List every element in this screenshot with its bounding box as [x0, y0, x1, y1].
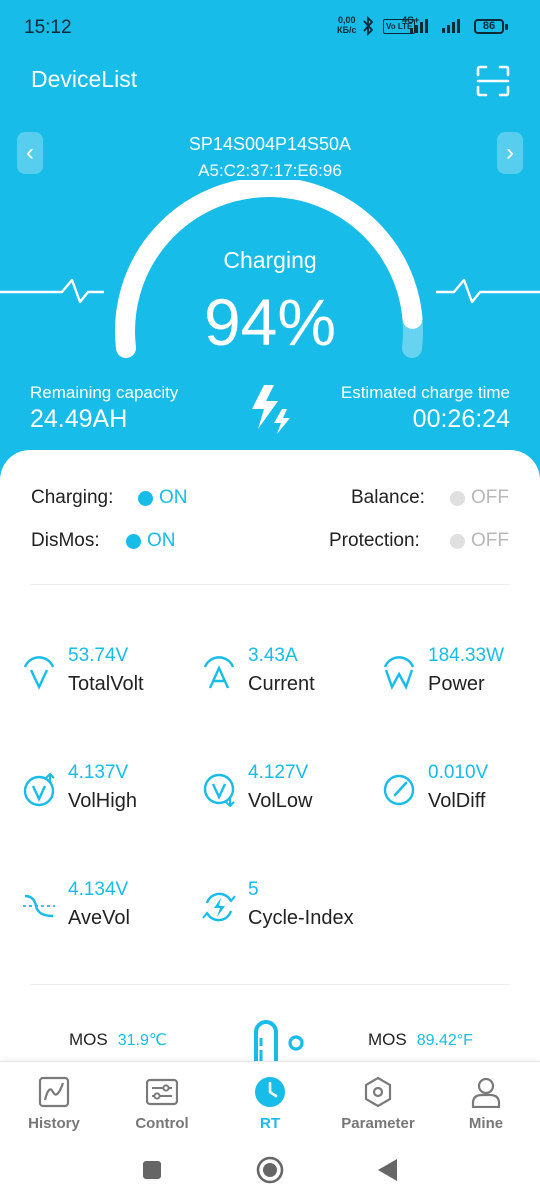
- device-name: SP14S004P14S50A: [188, 134, 352, 154]
- power-icon: [383, 656, 415, 690]
- metric-total-volt: 53.74V TotalVolt: [22, 645, 182, 705]
- balance-flag-label: Balance:: [351, 487, 425, 508]
- page-title[interactable]: DeviceList: [31, 66, 137, 93]
- system-nav-bar: [0, 1141, 540, 1200]
- protection-flag-status: OFF: [450, 530, 509, 552]
- balance-flag-status: OFF: [450, 487, 509, 509]
- mos-temp-fahrenheit: MOS 89.42°F: [368, 1030, 473, 1049]
- metric-vol-low: 4.127V VolLow: [202, 762, 362, 822]
- divider: [30, 984, 510, 985]
- gauge-icon: [383, 774, 415, 806]
- net-speed: 0,00 КБ/с: [337, 15, 357, 35]
- tab-rt[interactable]: RT: [216, 1062, 324, 1142]
- control-sliders-icon: [146, 1078, 178, 1106]
- dismos-flag-label: DisMos:: [31, 530, 100, 551]
- bottom-nav: History Control RT Parameter Mine: [0, 1061, 540, 1141]
- charging-flag-label: Charging:: [31, 487, 114, 508]
- estimated-charge-time-value: 00:26:24: [412, 405, 510, 433]
- current-icon: [203, 656, 235, 689]
- metric-current: 3.43A Current: [202, 645, 362, 705]
- tab-mine[interactable]: Mine: [432, 1062, 540, 1142]
- status-dot: [126, 533, 141, 549]
- back-button[interactable]: [373, 1155, 403, 1185]
- user-icon: [471, 1077, 501, 1108]
- volt-icon: [23, 656, 55, 690]
- status-dot: [450, 490, 465, 506]
- bluetooth-icon: [363, 15, 374, 37]
- metric-vol-high: 4.137V VolHigh: [22, 762, 182, 822]
- battery-icon: 86: [474, 19, 508, 34]
- divider: [30, 584, 510, 585]
- vol-high-icon: [23, 772, 55, 807]
- recent-apps-button[interactable]: [137, 1155, 167, 1185]
- remaining-capacity-value: 24.49AH: [30, 405, 128, 433]
- status-dot: [450, 533, 465, 549]
- status-time: 15:12: [24, 17, 72, 38]
- average-icon: [23, 894, 55, 918]
- realtime-clock-icon: [255, 1077, 285, 1107]
- metric-power: 184.33W Power: [382, 645, 540, 705]
- metric-ave-vol: 4.134V AveVol: [22, 879, 182, 939]
- parameter-hexagon-icon: [364, 1076, 392, 1108]
- status-dot: [138, 490, 153, 506]
- tab-control[interactable]: Control: [108, 1062, 216, 1142]
- cycle-icon: [202, 892, 236, 922]
- history-chart-icon: [38, 1076, 70, 1108]
- status-bar: 15:12 0,00 КБ/с Vo LTE 4G+ 86: [0, 0, 540, 56]
- signal-icon: [410, 19, 428, 33]
- charging-bolt-icon: [252, 385, 290, 434]
- charging-flag-status: ON: [138, 487, 188, 509]
- vol-low-icon: [203, 773, 235, 808]
- signal-icon-2: [442, 19, 460, 33]
- estimated-charge-time-label: Estimated charge time: [340, 383, 510, 402]
- thermometer-icon: [254, 1020, 304, 1062]
- tab-history[interactable]: History: [0, 1062, 108, 1142]
- protection-flag-label: Protection:: [329, 530, 420, 551]
- remaining-capacity-label: Remaining capacity: [30, 383, 179, 402]
- mos-temp-celsius: MOS 31.9℃: [69, 1030, 167, 1049]
- metric-cycle-index: 5 Cycle-Index: [202, 879, 362, 939]
- metric-vol-diff: 0.010V VolDiff: [382, 762, 540, 822]
- charge-percent: 94%: [203, 285, 337, 359]
- scan-icon[interactable]: [475, 64, 511, 98]
- device-mac: A5:C2:37:17:E6:96: [198, 161, 342, 180]
- tab-parameter[interactable]: Parameter: [324, 1062, 432, 1142]
- home-button[interactable]: [255, 1155, 285, 1185]
- dismos-flag-status: ON: [126, 530, 176, 552]
- charge-state: Charging: [223, 247, 317, 273]
